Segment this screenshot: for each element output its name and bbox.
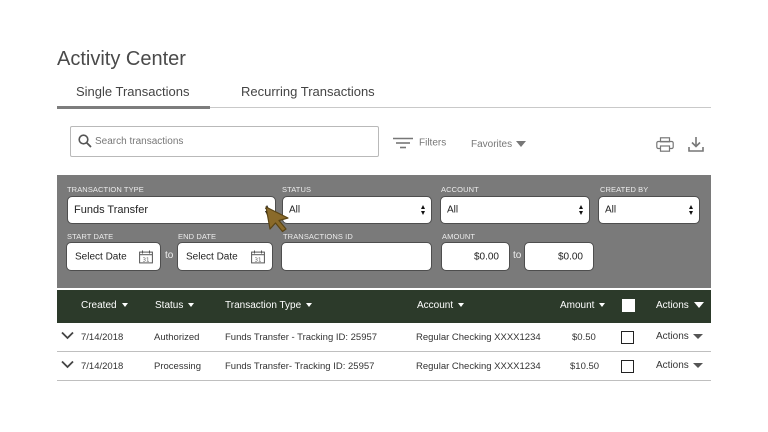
svg-text:31: 31 <box>255 257 262 263</box>
printer-icon[interactable] <box>656 137 674 157</box>
column-account[interactable]: Account <box>417 300 465 311</box>
download-icon[interactable] <box>688 136 704 157</box>
transaction-type-select[interactable]: Funds Transfer <box>67 196 276 224</box>
select-arrows-icon <box>689 205 694 215</box>
amount-label: AMOUNT <box>442 232 476 241</box>
chevron-down-icon[interactable] <box>61 360 74 369</box>
favorites-dropdown[interactable]: Favorites <box>471 139 527 150</box>
start-date-label: START DATE <box>67 232 114 241</box>
filter-lines-icon <box>393 137 413 149</box>
row-checkbox[interactable] <box>621 331 634 344</box>
sort-caret-icon <box>306 303 313 308</box>
end-date-label: END DATE <box>178 232 217 241</box>
page-title: Activity Center <box>57 48 186 70</box>
column-created-label: Created <box>81 300 117 311</box>
caret-down-icon <box>692 333 703 339</box>
chevron-down-icon[interactable] <box>61 331 74 340</box>
row-transaction-type: Funds Transfer- Tracking ID: 25957 <box>225 361 375 372</box>
row-account: Regular Checking XXXX1234 <box>416 361 541 372</box>
sort-caret-icon <box>121 303 128 308</box>
caret-down-icon <box>692 362 703 368</box>
transaction-type-label: TRANSACTION TYPE <box>67 185 144 194</box>
end-date-field[interactable]: Select Date 31 <box>177 242 273 271</box>
calendar-icon: 31 <box>251 250 265 263</box>
caret-down-icon <box>516 141 527 148</box>
table-row: 7/14/2018 Authorized Funds Transfer - Tr… <box>57 323 711 352</box>
tab-recurring-transactions[interactable]: Recurring Transactions <box>241 84 375 99</box>
search-box[interactable] <box>70 126 379 157</box>
filters-button[interactable]: Filters <box>393 137 446 149</box>
row-status: Processing <box>154 361 201 372</box>
column-amount-label: Amount <box>560 300 595 311</box>
amount-max-input[interactable]: $0.00 <box>524 242 594 271</box>
search-icon <box>78 134 92 148</box>
start-date-field[interactable]: Select Date 31 <box>66 242 161 271</box>
amount-max-value: $0.00 <box>557 251 583 262</box>
table-row: 7/14/2018 Processing Funds Transfer- Tra… <box>57 352 711 381</box>
filters-label: Filters <box>419 137 447 149</box>
status-select[interactable]: All <box>282 196 432 224</box>
amount-range-to: to <box>513 250 522 261</box>
table-header: Created Status Transaction Type Account … <box>57 290 711 323</box>
created-by-select[interactable]: All <box>598 196 700 224</box>
active-tab-indicator <box>57 106 210 109</box>
column-status-label: Status <box>155 300 184 311</box>
row-account: Regular Checking XXXX1234 <box>416 332 541 343</box>
end-date-value: Select Date <box>186 251 238 262</box>
row-actions-dropdown[interactable]: Actions <box>656 360 703 371</box>
row-actions-dropdown[interactable]: Actions <box>656 331 703 342</box>
status-label: STATUS <box>282 185 312 194</box>
row-created: 7/14/2018 <box>81 332 124 343</box>
created-by-value: All <box>605 204 617 216</box>
row-status: Authorized <box>154 332 200 343</box>
account-value: All <box>447 204 459 216</box>
amount-min-input[interactable]: $0.00 <box>441 242 510 271</box>
select-arrows-icon <box>265 205 270 215</box>
column-account-label: Account <box>417 300 454 311</box>
sort-caret-icon <box>458 303 465 308</box>
created-by-label: CREATED BY <box>600 185 649 194</box>
sort-caret-icon <box>188 303 195 308</box>
calendar-icon: 31 <box>139 250 153 263</box>
row-created: 7/14/2018 <box>81 361 124 372</box>
select-arrows-icon <box>421 205 426 215</box>
column-actions[interactable]: Actions <box>656 300 704 311</box>
row-transaction-type: Funds Transfer - Tracking ID: 25957 <box>225 332 378 343</box>
account-label: ACCOUNT <box>441 185 479 194</box>
sort-caret-icon <box>599 303 606 308</box>
svg-text:31: 31 <box>143 257 150 263</box>
select-all-checkbox[interactable] <box>622 299 635 312</box>
search-input[interactable] <box>95 133 365 149</box>
date-range-to: to <box>165 250 174 261</box>
column-amount[interactable]: Amount <box>560 300 606 311</box>
row-actions-label: Actions <box>656 360 689 371</box>
row-amount: $0.50 <box>572 332 596 343</box>
column-transaction-type[interactable]: Transaction Type <box>225 300 313 311</box>
account-select[interactable]: All <box>440 196 590 224</box>
amount-min-value: $0.00 <box>473 251 499 262</box>
row-actions-label: Actions <box>656 331 689 342</box>
favorites-label: Favorites <box>471 139 513 150</box>
status-value: All <box>289 204 301 216</box>
transactions-id-input[interactable] <box>281 242 432 271</box>
row-amount: $10.50 <box>570 361 600 372</box>
tab-single-transactions[interactable]: Single Transactions <box>76 84 189 99</box>
column-transaction-type-label: Transaction Type <box>225 300 302 311</box>
transactions-id-label: TRANSACTIONS ID <box>283 232 353 241</box>
column-status[interactable]: Status <box>155 300 195 311</box>
row-checkbox[interactable] <box>621 360 634 373</box>
start-date-value: Select Date <box>75 251 127 262</box>
transaction-type-value: Funds Transfer <box>74 204 148 216</box>
column-actions-label: Actions <box>656 300 689 311</box>
caret-down-icon <box>693 302 704 309</box>
select-arrows-icon <box>579 205 584 215</box>
column-created[interactable]: Created <box>81 300 128 311</box>
